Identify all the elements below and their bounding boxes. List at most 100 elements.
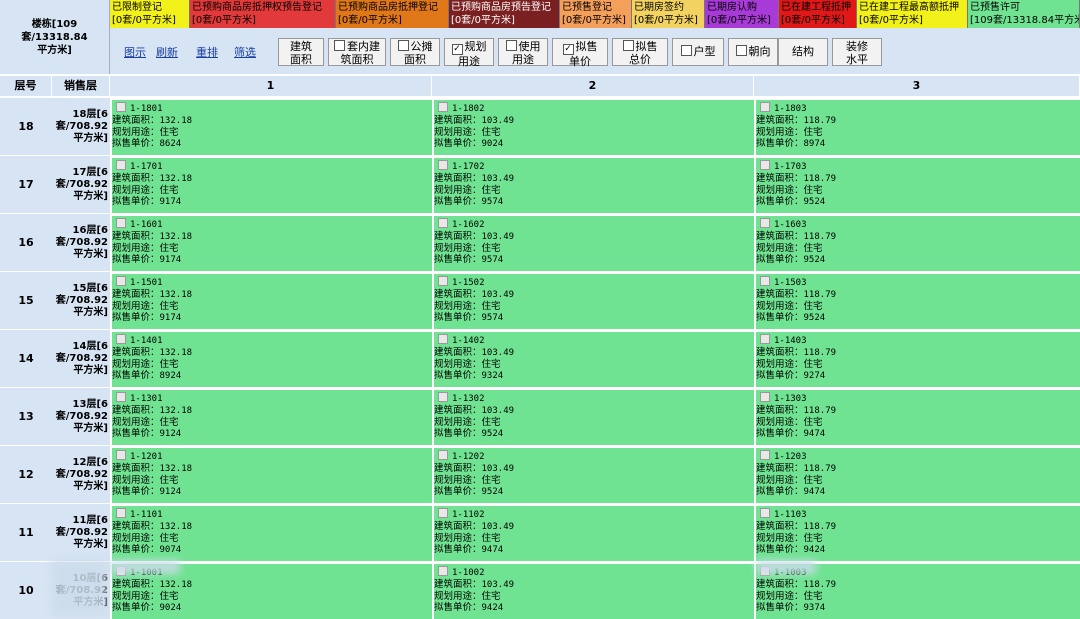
checkbox-checked-icon[interactable]: ✓	[451, 44, 463, 55]
unit-cell[interactable]: 1-1302 建筑面积：103.49 规划用途：住宅 拟售单价：9524	[434, 390, 754, 445]
unit-select-checkbox[interactable]	[438, 160, 448, 170]
toolbar-toggle-7[interactable]: 户型	[672, 38, 724, 66]
unit-select-checkbox[interactable]	[438, 276, 448, 286]
unit-use-label: 规划用途：	[756, 359, 804, 370]
checkbox-icon[interactable]	[735, 45, 747, 56]
unit-cell[interactable]: 1-1801 建筑面积：132.18 规划用途：住宅 拟售单价：8624	[112, 100, 432, 155]
checkbox-icon[interactable]	[680, 45, 692, 56]
unit-cell[interactable]: 1-1803 建筑面积：118.79 规划用途：住宅 拟售单价：8974	[756, 100, 1080, 155]
unit-id-line: 1-1802	[434, 102, 754, 115]
toolbar-link-0[interactable]: 图示	[124, 44, 146, 60]
toolbar-toggle-4[interactable]: 使用 用途	[498, 38, 548, 66]
unit-cell[interactable]: 1-1201 建筑面积：132.18 规划用途：住宅 拟售单价：9124	[112, 448, 432, 503]
unit-cell[interactable]: 1-1602 建筑面积：103.49 规划用途：住宅 拟售单价：9574	[434, 216, 754, 271]
unit-select-checkbox[interactable]	[760, 508, 770, 518]
toolbar-toggle-8[interactable]: 朝向	[728, 38, 778, 66]
unit-id-line: 1-1401	[112, 334, 432, 347]
building-title: 楼栋[109套/13318.84 平方米]	[0, 0, 110, 74]
checkbox-icon[interactable]	[622, 40, 634, 51]
toolbar-toggle-6[interactable]: 拟售 总价	[612, 38, 668, 66]
unit-cell[interactable]: 1-1402 建筑面积：103.49 规划用途：住宅 拟售单价：9324	[434, 332, 754, 387]
unit-cell[interactable]: 1-1103 建筑面积：118.79 规划用途：住宅 拟售单价：9424	[756, 506, 1080, 561]
unit-area-label: 建筑面积：	[112, 231, 160, 242]
checkbox-checked-icon[interactable]: ✓	[562, 44, 574, 55]
unit-select-checkbox[interactable]	[116, 276, 126, 286]
unit-select-checkbox[interactable]	[760, 102, 770, 112]
toolbar-toggle-5[interactable]: ✓ 拟售 单价	[552, 38, 608, 68]
unit-select-checkbox[interactable]	[116, 160, 126, 170]
unit-cell[interactable]: 1-1101 建筑面积：132.18 规划用途：住宅 拟售单价：9074	[112, 506, 432, 561]
toolbar-toggle-3[interactable]: ✓ 规划 用途	[444, 38, 494, 68]
unit-select-checkbox[interactable]	[760, 334, 770, 344]
unit-select-checkbox[interactable]	[116, 392, 126, 402]
checkbox-icon[interactable]	[505, 40, 517, 51]
unit-select-checkbox[interactable]	[438, 508, 448, 518]
unit-select-checkbox[interactable]	[438, 334, 448, 344]
unit-cell[interactable]: 1-1603 建筑面积：118.79 规划用途：住宅 拟售单价：9524	[756, 216, 1080, 271]
checkbox-icon[interactable]	[334, 40, 345, 51]
unit-cell[interactable]: 1-1303 建筑面积：118.79 规划用途：住宅 拟售单价：9474	[756, 390, 1080, 445]
unit-cell[interactable]: 1-1203 建筑面积：118.79 规划用途：住宅 拟售单价：9474	[756, 448, 1080, 503]
unit-select-checkbox[interactable]	[760, 392, 770, 402]
sale-floor-label: 13层[6 套/708.92 平方米]	[52, 388, 110, 445]
unit-cell[interactable]: 1-1802 建筑面积：103.49 规划用途：住宅 拟售单价：9024	[434, 100, 754, 155]
unit-select-checkbox[interactable]	[438, 102, 448, 112]
unit-select-checkbox[interactable]	[760, 276, 770, 286]
unit-cell[interactable]: 1-1403 建筑面积：118.79 规划用途：住宅 拟售单价：9274	[756, 332, 1080, 387]
unit-cell[interactable]: 1-1503 建筑面积：118.79 规划用途：住宅 拟售单价：9524	[756, 274, 1080, 329]
unit-select-checkbox[interactable]	[438, 218, 448, 228]
unit-price: 9474	[803, 487, 826, 497]
unit-select-checkbox[interactable]	[438, 566, 448, 576]
unit-id-line: 1-1602	[434, 218, 754, 231]
toolbar-toggle-2[interactable]: 公摊 面积	[390, 38, 440, 66]
unit-price: 9024	[159, 603, 182, 613]
sale-floor-line: 12层[6	[72, 456, 108, 468]
table-row: 12 12层[6 套/708.92 平方米] 1-1201 建筑面积：132.18 规划用途…	[0, 446, 1080, 503]
unit-price-line: 拟售单价：9024	[434, 138, 754, 150]
toolbar-link-2[interactable]: 重排	[196, 44, 218, 60]
legend-item: 已预购商品房抵押登记 [0套/0平方米]	[336, 0, 449, 28]
floor-number: 18	[0, 98, 52, 155]
unit-cell[interactable]: 1-1401 建筑面积：132.18 规划用途：住宅 拟售单价：8924	[112, 332, 432, 387]
unit-id-line: 1-1801	[112, 102, 432, 115]
unit-price: 9024	[481, 139, 504, 149]
unit-cell[interactable]: 1-1501 建筑面积：132.18 规划用途：住宅 拟售单价：9174	[112, 274, 432, 329]
unit-cell[interactable]: 1-1301 建筑面积：132.18 规划用途：住宅 拟售单价：9124	[112, 390, 432, 445]
unit-cell[interactable]: 1-1002 建筑面积：103.49 规划用途：住宅 拟售单价：9424	[434, 564, 754, 619]
unit-cell[interactable]: 1-1601 建筑面积：132.18 规划用途：住宅 拟售单价：9174	[112, 216, 432, 271]
unit-select-checkbox[interactable]	[760, 160, 770, 170]
unit-area-label: 建筑面积：	[756, 521, 804, 532]
unit-select-checkbox[interactable]	[116, 102, 126, 112]
unit-cell[interactable]: 1-1202 建筑面积：103.49 规划用途：住宅 拟售单价：9524	[434, 448, 754, 503]
toolbar-link-3[interactable]: 筛选	[234, 44, 256, 60]
toolbar-toggle-10[interactable]: 装修 水平	[832, 38, 882, 66]
unit-select-checkbox[interactable]	[116, 508, 126, 518]
unit-use: 住宅	[481, 359, 501, 370]
unit-select-checkbox[interactable]	[760, 450, 770, 460]
toggle-label: ✓ 拟售	[553, 40, 607, 55]
unit-cell[interactable]: 1-1502 建筑面积：103.49 规划用途：住宅 拟售单价：9574	[434, 274, 754, 329]
unit-area-label: 建筑面积：	[434, 115, 482, 126]
unit-select-checkbox[interactable]	[438, 450, 448, 460]
toolbar-toggle-1[interactable]: 套内建 筑面积	[328, 38, 386, 66]
legend-count: [0套/0平方米]	[859, 15, 923, 26]
toggle-label-line1: 装修	[846, 40, 868, 53]
unit-area-label: 建筑面积：	[434, 405, 482, 416]
legend-item: 已期房认购 [0套/0平方米]	[705, 0, 779, 28]
checkbox-icon[interactable]	[397, 40, 409, 51]
toolbar-link-1[interactable]: 刷新	[156, 44, 178, 60]
unit-select-checkbox[interactable]	[760, 218, 770, 228]
unit-select-checkbox[interactable]	[116, 450, 126, 460]
unit-select-checkbox[interactable]	[116, 218, 126, 228]
unit-select-checkbox[interactable]	[116, 334, 126, 344]
unit-select-checkbox[interactable]	[438, 392, 448, 402]
toolbar-toggle-0[interactable]: 建筑 面积	[278, 38, 324, 66]
unit-cell[interactable]: 1-1701 建筑面积：132.18 规划用途：住宅 拟售单价：9174	[112, 158, 432, 213]
unit-cell[interactable]: 1-1702 建筑面积：103.49 规划用途：住宅 拟售单价：9574	[434, 158, 754, 213]
unit-cell[interactable]: 1-1703 建筑面积：118.79 规划用途：住宅 拟售单价：9524	[756, 158, 1080, 213]
unit-price: 9324	[481, 371, 504, 381]
toolbar-toggle-9[interactable]: 结构	[778, 38, 828, 66]
unit-cell[interactable]: 1-1102 建筑面积：103.49 规划用途：住宅 拟售单价：9474	[434, 506, 754, 561]
unit-price: 9474	[481, 545, 504, 555]
redaction-blur	[756, 560, 816, 574]
